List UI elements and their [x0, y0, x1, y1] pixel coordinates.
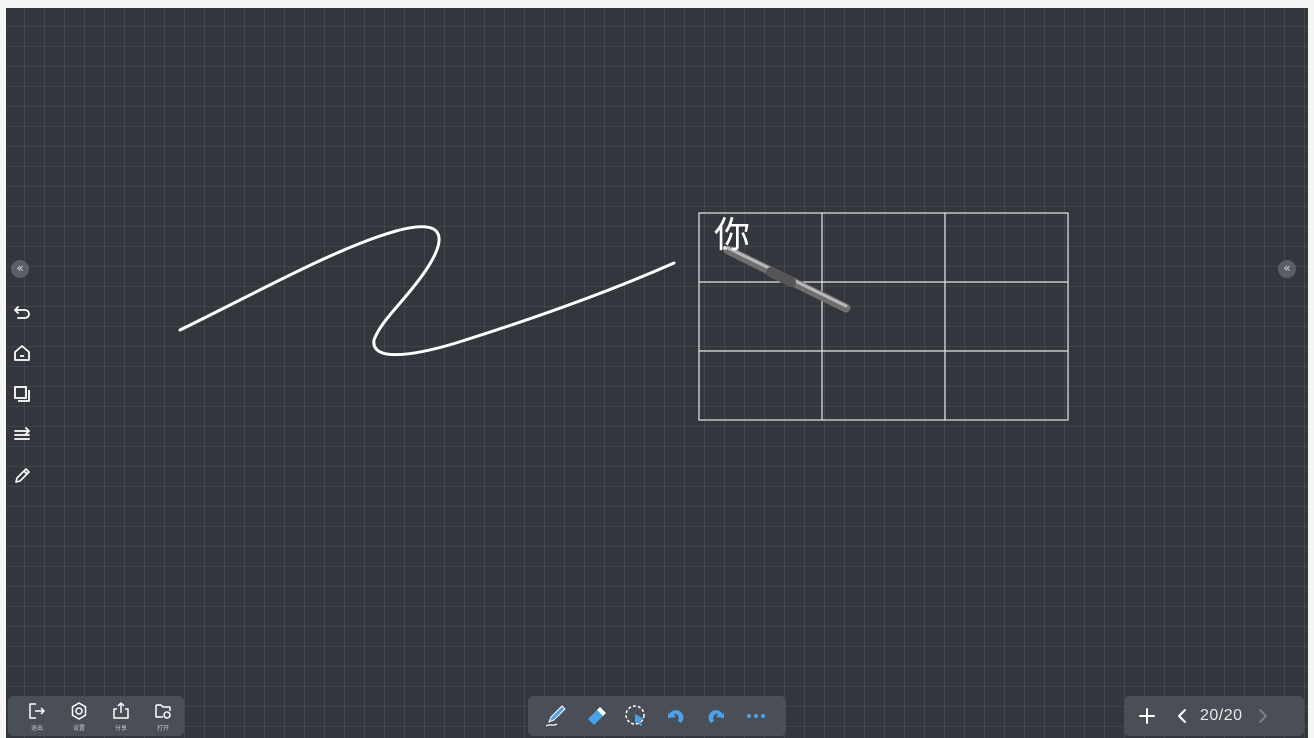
open-folder-icon	[155, 704, 171, 719]
redo-button[interactable]	[696, 698, 736, 734]
settings-label: 设置	[72, 726, 85, 732]
left-toolbar	[10, 300, 34, 505]
handwritten-character: 你	[714, 215, 751, 256]
exit-icon	[29, 703, 45, 719]
undo-arrow-icon[interactable]	[10, 300, 34, 324]
settings-icon	[71, 702, 87, 720]
add-page-button[interactable]	[1132, 701, 1162, 731]
eraser-icon	[588, 707, 606, 725]
pen-tool-button[interactable]	[536, 698, 576, 734]
menu-lines-icon[interactable]	[10, 423, 34, 447]
whiteboard-canvas[interactable]: 你 « « 退出 设置 分享 打开 20/20	[6, 8, 1308, 738]
share-label: 分享	[114, 726, 127, 732]
exit-button[interactable]: 退出	[16, 696, 58, 736]
redo-icon	[708, 710, 724, 723]
share-icon	[113, 702, 129, 719]
more-icon	[747, 714, 765, 718]
undo-button[interactable]	[656, 698, 696, 734]
layers-icon[interactable]	[10, 382, 34, 406]
collapse-left-button[interactable]: «	[11, 260, 29, 278]
select-tool-button[interactable]	[616, 698, 656, 734]
home-icon[interactable]	[10, 341, 34, 365]
grid-table[interactable]	[698, 212, 1069, 421]
undo-icon	[668, 710, 684, 723]
more-button[interactable]	[736, 698, 776, 734]
system-toolbar: 退出 设置 分享 打开	[8, 696, 184, 736]
open-label: 打开	[156, 726, 169, 732]
freehand-stroke[interactable]	[178, 225, 676, 357]
page-navigation: 20/20	[1124, 696, 1304, 736]
add-page-icon	[1139, 708, 1155, 724]
chevron-right-icon	[1258, 709, 1267, 723]
next-page-button[interactable]	[1247, 701, 1277, 731]
pen-icon	[545, 705, 566, 727]
lasso-select-icon	[625, 705, 645, 726]
collapse-right-button[interactable]: «	[1278, 260, 1296, 278]
drawing-toolbar	[528, 696, 786, 736]
exit-label: 退出	[30, 726, 43, 732]
settings-button[interactable]: 设置	[58, 696, 100, 736]
ink-layer	[178, 212, 1069, 421]
share-button[interactable]: 分享	[100, 696, 142, 736]
open-button[interactable]: 打开	[142, 696, 184, 736]
pencil-icon[interactable]	[10, 464, 34, 488]
page-indicator: 20/20	[1200, 707, 1243, 724]
prev-page-button[interactable]	[1168, 701, 1198, 731]
chevron-left-icon	[1178, 709, 1186, 723]
eraser-tool-button[interactable]	[576, 698, 616, 734]
